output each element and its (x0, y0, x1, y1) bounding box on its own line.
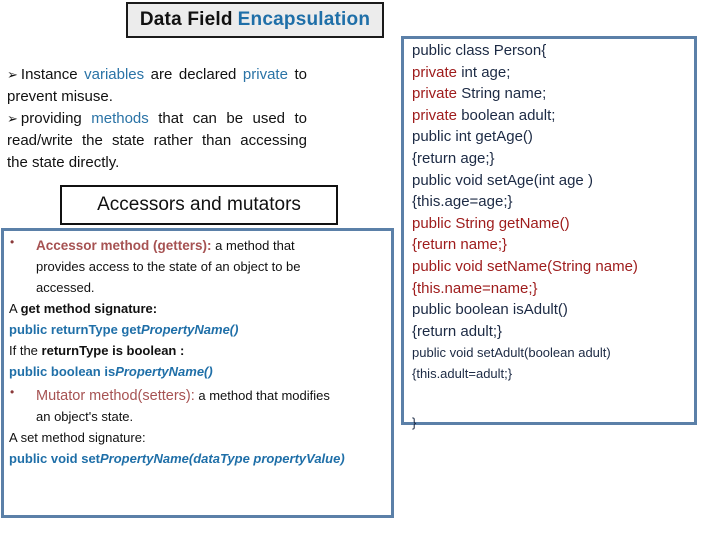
sig-prefix: public void set (9, 451, 101, 466)
code-panel: public class Person{private int age; priv… (401, 36, 697, 430)
sig-italic: PropertyName(dataType propertyValue) (100, 451, 345, 466)
code-keyword: private (412, 106, 458, 124)
set-signature-intro: A set method signature: (9, 430, 146, 445)
code-line: {this.name=name;} (412, 278, 638, 300)
code-keyword: private (412, 63, 458, 81)
text-segment: If the (9, 343, 42, 358)
code-line: public void setAge(int age ) (412, 170, 638, 192)
sig-italic: PropertyName() (115, 364, 213, 379)
intro-highlight-methods: methods (91, 110, 149, 127)
mutator-label: Mutator method(setters): (36, 388, 195, 404)
code-text: public void setName(String name) (412, 257, 638, 275)
title-part-1: Data Field (139, 9, 233, 30)
accessors-mutators-panel: • Accessor method (getters): a method th… (1, 228, 394, 518)
code-line: public void setAdult(boolean adult) (412, 342, 638, 363)
slide-title: Data Field Encapsulation (126, 2, 384, 38)
intro-text-segment: providing (20, 110, 92, 127)
text-bold-segment: returnType is boolean : (41, 343, 185, 358)
code-text: public int getAge() (412, 128, 533, 146)
code-line: public int getAge() (412, 126, 638, 148)
code-line: private boolean adult; (412, 105, 638, 127)
arrow-bullet-icon: ➢ (7, 67, 18, 82)
code-line: public class Person{ (412, 40, 638, 62)
accessor-desc-3: accessed. (36, 280, 95, 295)
code-text: int age; (457, 63, 511, 81)
code-text: public String getName() (412, 214, 570, 232)
arrow-bullet-icon: ➢ (7, 111, 18, 126)
accessor-desc-2: provides access to the state of an objec… (36, 259, 301, 274)
code-line: private String name; (412, 83, 638, 105)
accessor-desc-1: a method that (211, 238, 295, 253)
boolean-signature: public boolean isPropertyName() (9, 361, 387, 382)
code-text: public boolean isAdult() (412, 301, 568, 319)
set-signature: public void setPropertyName(dataType pro… (9, 448, 387, 469)
code-text: boolean adult; (457, 106, 556, 124)
intro-bullet-1: ➢ Instance variables are declared private… (7, 64, 307, 108)
code-text: {return age;} (412, 149, 495, 167)
intro-bullet-2: ➢ providing methods that can be used to r… (7, 108, 307, 174)
code-keyword: private (412, 85, 458, 103)
sig-prefix: public returnType get (9, 322, 141, 337)
code-text: {return adult;} (412, 322, 503, 340)
text-segment: A (9, 301, 21, 316)
code-line: {return name;} (412, 234, 638, 256)
code-text: public void setAdult(boolean adult) (412, 345, 611, 361)
title-part-2: Encapsulation (237, 9, 371, 30)
mutator-desc-2: an object's state. (36, 409, 134, 424)
code-line: {return age;} (412, 148, 638, 170)
code-block: public class Person{private int age; priv… (412, 40, 638, 433)
code-line: public String getName() (412, 213, 638, 235)
code-line: {this.age=age;} (412, 191, 638, 213)
code-line: public void setName(String name) (412, 256, 638, 278)
code-line: {this.adult=adult;} (412, 363, 638, 384)
code-text: public void setAge(int age ) (412, 171, 593, 189)
get-signature: public returnType getPropertyName() (9, 319, 387, 340)
code-spacer (412, 384, 638, 412)
code-line: {return adult;} (412, 321, 638, 343)
intro-text-segment: Instance (20, 66, 85, 83)
bullet-icon: • (10, 235, 15, 249)
subheading-text: Accessors and mutators (97, 194, 301, 215)
text-bold-segment: get method signature: (20, 301, 158, 316)
accessor-bullet: • Accessor method (getters): a method th… (9, 235, 387, 298)
code-text: String name; (457, 85, 547, 103)
intro-highlight-private: private (242, 66, 288, 83)
code-text: {this.age=age;} (412, 193, 513, 211)
code-text: public class Person{ (412, 42, 547, 59)
mutator-desc-1: a method that modifies (194, 388, 330, 403)
code-text: {this.adult=adult;} (412, 366, 513, 382)
sig-italic: PropertyName() (140, 322, 239, 337)
boolean-intro: If the returnType is boolean : (9, 340, 387, 361)
code-text: {return name;} (412, 236, 508, 254)
mutator-bullet: • Mutator method(setters): a method that… (9, 385, 387, 427)
code-line: private int age; (412, 62, 638, 84)
bullet-icon: • (10, 385, 15, 399)
sig-prefix: public boolean is (9, 364, 116, 379)
subheading-box: Accessors and mutators (60, 185, 338, 225)
intro-text-segment: are declared (144, 66, 243, 83)
code-text: {this.name=name;} (412, 279, 538, 297)
intro-highlight-variables: variables (84, 66, 145, 83)
accessor-label: Accessor method (getters): (36, 238, 212, 253)
intro-text: ➢ Instance variables are declared private… (7, 64, 307, 174)
get-signature-intro: A get method signature: (9, 298, 387, 319)
code-line: public boolean isAdult() (412, 299, 638, 321)
code-closing-brace: } (412, 415, 417, 431)
